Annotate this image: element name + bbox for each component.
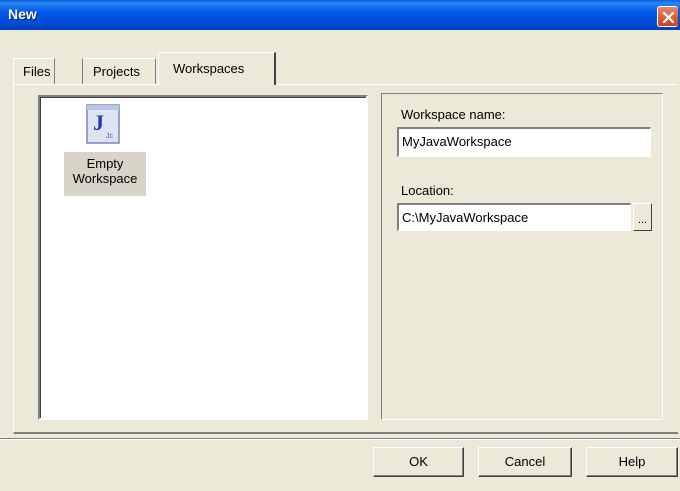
tab-projects-label: Projects <box>93 64 140 79</box>
ok-button[interactable]: OK <box>373 447 464 477</box>
tab-files[interactable]: Files <box>13 58 55 84</box>
location-field[interactable]: C:\MyJavaWorkspace <box>397 203 631 231</box>
window-title: New <box>8 6 37 22</box>
tab-files-label: Files <box>23 64 51 79</box>
new-dialog: New Files Projects Workspaces J Jc Empty <box>0 0 680 491</box>
separator-highlight <box>0 439 680 440</box>
java-workspace-icon: J Jc <box>83 103 123 147</box>
workspace-name-field[interactable]: MyJavaWorkspace <box>397 127 651 157</box>
close-icon <box>662 11 675 24</box>
close-button[interactable] <box>657 6 678 27</box>
title-bar: New <box>0 0 680 30</box>
tab-workspaces[interactable]: Workspaces <box>158 52 276 85</box>
workspace-name-label: Workspace name: <box>401 107 506 122</box>
browse-button[interactable]: ... <box>633 203 652 231</box>
cancel-button[interactable]: Cancel <box>478 447 572 477</box>
svg-text:Jc: Jc <box>106 133 114 140</box>
tab-projects[interactable]: Projects <box>82 58 156 84</box>
list-item-label: Empty Workspace <box>64 152 146 196</box>
help-button[interactable]: Help <box>586 447 678 477</box>
location-label: Location: <box>401 183 454 198</box>
tab-workspaces-label: Workspaces <box>173 61 245 76</box>
svg-text:J: J <box>93 110 104 135</box>
